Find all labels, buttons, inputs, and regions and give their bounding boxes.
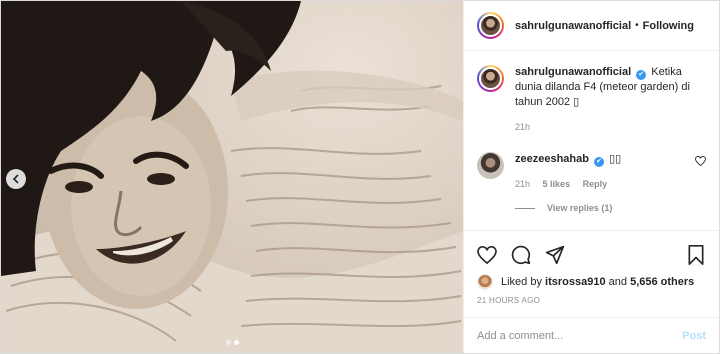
comment-item: zeezeeshahab ✔ ▯▯ 21h 5 likes Reply [477, 152, 706, 189]
likes-prefix: Liked by [501, 276, 542, 288]
post-sidebar: sahrulgunawanofficial • Following sahrul… [463, 1, 719, 353]
comments-section: sahrulgunawanofficial ✔ Ketika dunia dil… [464, 51, 719, 230]
post-header: sahrulgunawanofficial • Following [464, 1, 719, 51]
carousel-dot [225, 340, 231, 345]
separator: • [635, 20, 639, 31]
comment-text: ▯▯ [609, 153, 622, 165]
comment-icon [511, 245, 531, 264]
sepia-portrait-image [1, 1, 463, 353]
caption-username[interactable]: sahrulgunawanofficial [515, 66, 631, 78]
author-avatar[interactable] [477, 12, 504, 39]
verified-badge-icon: ✔ [636, 70, 647, 80]
heart-icon [477, 245, 497, 264]
author-username[interactable]: sahrulgunawanofficial [515, 20, 631, 32]
likes-others-link[interactable]: 5,656 others [630, 276, 694, 288]
post-age[interactable]: 21 HOURS AGO [464, 290, 719, 305]
chevron-left-icon [12, 174, 19, 184]
action-bar [464, 230, 719, 270]
paper-plane-icon [545, 245, 565, 264]
instagram-post: sahrulgunawanofficial • Following sahrul… [0, 0, 720, 354]
like-button[interactable] [476, 244, 498, 266]
carousel-prev-button[interactable] [6, 169, 26, 189]
post-photo[interactable] [1, 1, 463, 353]
share-button[interactable] [544, 244, 566, 266]
liker-avatar[interactable] [477, 274, 493, 290]
caption-avatar[interactable] [477, 65, 504, 92]
likes-conjunction: and [608, 276, 628, 288]
following-button[interactable]: Following [643, 20, 694, 32]
commenter-username[interactable]: zeezeeshahab [515, 153, 589, 165]
view-replies-button[interactable]: View replies (1) [515, 203, 706, 213]
comment-button[interactable] [510, 244, 532, 266]
comment-likes[interactable]: 5 likes [543, 179, 571, 189]
add-comment-input[interactable]: Add a comment... [477, 330, 682, 342]
commenter-avatar[interactable] [477, 152, 504, 179]
caption: sahrulgunawanofficial ✔ Ketika dunia dil… [477, 65, 706, 132]
reply-button[interactable]: Reply [583, 179, 608, 189]
caption-time[interactable]: 21h [515, 122, 530, 132]
post-comment-button[interactable]: Post [682, 330, 706, 342]
comment-like-button[interactable] [694, 156, 706, 189]
bookmark-icon [688, 244, 704, 265]
carousel-dot-active [233, 340, 239, 345]
heart-icon [695, 156, 706, 166]
likes-summary: Liked by itsrossa910 and 5,656 others [464, 270, 719, 290]
save-button[interactable] [685, 244, 707, 266]
liker-username[interactable]: itsrossa910 [545, 276, 606, 288]
verified-badge-icon: ✔ [594, 157, 605, 167]
carousel-indicator [1, 340, 463, 345]
view-replies-label: View replies (1) [547, 203, 613, 213]
comment-time[interactable]: 21h [515, 179, 530, 189]
add-comment-bar: Add a comment... Post [464, 317, 719, 353]
